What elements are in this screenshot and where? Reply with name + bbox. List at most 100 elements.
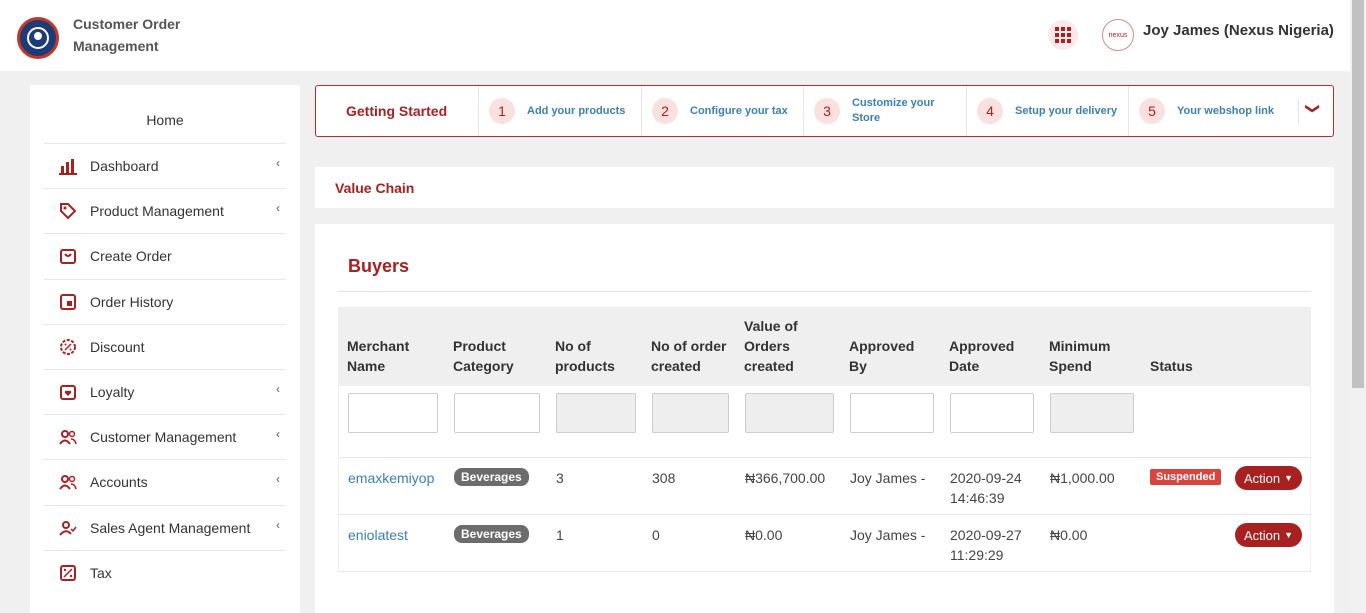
chevron-left-icon: ‹ bbox=[276, 517, 280, 532]
filter-min-spend-input bbox=[1050, 393, 1134, 433]
divider bbox=[338, 291, 1311, 292]
action-button[interactable]: Action ▼ bbox=[1235, 466, 1302, 490]
col-no-of-products[interactable]: No of products bbox=[555, 336, 635, 376]
buyers-table: Merchant Name Product Category No of pro… bbox=[338, 307, 1311, 572]
chevron-left-icon: ‹ bbox=[276, 472, 280, 487]
chevron-left-icon: ‹ bbox=[276, 427, 280, 442]
sidebar-item-label: Dashboard bbox=[90, 158, 159, 175]
step-number: 2 bbox=[652, 98, 678, 124]
tax-icon bbox=[58, 563, 78, 583]
step-customize-store[interactable]: 3 Customize your Store bbox=[803, 86, 965, 136]
col-approved-date[interactable]: Approved Date bbox=[949, 336, 1029, 376]
sidebar-item-loyalty[interactable]: Loyalty ‹ bbox=[44, 368, 286, 414]
customer-logo-icon[interactable] bbox=[17, 17, 59, 59]
scrollbar-thumb[interactable] bbox=[1352, 0, 1364, 388]
step-setup-delivery[interactable]: 4 Setup your delivery bbox=[966, 86, 1128, 136]
filter-value-input bbox=[745, 393, 834, 433]
cell-approved-by: Joy James - bbox=[850, 527, 926, 543]
sidebar-item-product-management[interactable]: Product Management ‹ bbox=[44, 188, 286, 233]
col-no-of-orders[interactable]: No of order created bbox=[651, 336, 736, 376]
user-name[interactable]: Joy James (Nexus Nigeria) bbox=[1143, 22, 1334, 39]
cell-approved-by: Joy James - bbox=[850, 470, 926, 486]
grid-icon[interactable] bbox=[1048, 20, 1078, 50]
merchant-link[interactable]: emaxkemiyop bbox=[348, 468, 434, 488]
caret-down-icon: ▼ bbox=[1284, 473, 1294, 483]
users-icon bbox=[58, 427, 78, 447]
sidebar-item-label: Tax bbox=[90, 564, 112, 581]
sidebar-item-label: Loyalty bbox=[90, 384, 135, 401]
page-scrollbar[interactable] bbox=[1350, 0, 1366, 613]
sidebar-item-label: Discount bbox=[90, 338, 145, 355]
discount-icon bbox=[58, 337, 78, 357]
step-label[interactable]: Configure your tax bbox=[690, 104, 788, 119]
app-title: Customer Order Management bbox=[73, 16, 181, 54]
step-webshop-link[interactable]: 5 Your webshop link bbox=[1128, 86, 1290, 136]
col-approved-by[interactable]: Approved By bbox=[849, 336, 929, 376]
cell-orders: 0 bbox=[652, 527, 660, 543]
sidebar-item-label: Accounts bbox=[90, 474, 148, 491]
avatar[interactable]: nexus bbox=[1102, 19, 1134, 51]
category-badge: Beverages bbox=[454, 525, 529, 543]
sidebar-item-tax[interactable]: Tax bbox=[44, 549, 286, 595]
value-chain-panel: Value Chain bbox=[315, 167, 1334, 208]
agent-icon bbox=[58, 518, 78, 538]
cell-min-spend: ₦1,000.00 bbox=[1050, 470, 1115, 486]
action-button[interactable]: Action ▼ bbox=[1235, 523, 1302, 547]
sidebar-home-link[interactable]: Home bbox=[30, 112, 300, 128]
filter-products-input bbox=[556, 393, 636, 433]
col-value-of-orders[interactable]: Value of Orders created bbox=[744, 316, 824, 376]
step-label[interactable]: Setup your delivery bbox=[1015, 104, 1117, 119]
top-header: Customer Order Management nexus Joy Jame… bbox=[0, 0, 1350, 71]
caret-down-icon: ▼ bbox=[1284, 530, 1294, 540]
step-number: 3 bbox=[814, 98, 840, 124]
sidebar-item-customer-management[interactable]: Customer Management ‹ bbox=[44, 414, 286, 459]
sidebar-item-discount[interactable]: Discount bbox=[44, 323, 286, 369]
sidebar-item-label: Customer Management bbox=[90, 429, 237, 446]
step-number: 5 bbox=[1139, 98, 1165, 124]
step-label[interactable]: Customize your Store bbox=[852, 96, 947, 126]
step-number: 1 bbox=[489, 98, 515, 124]
sidebar-item-label: Order History bbox=[90, 293, 174, 310]
sidebar-item-label: Product Management bbox=[90, 203, 224, 220]
sidebar-nav: Dashboard ‹ Product Management ‹ Create … bbox=[44, 143, 286, 595]
cell-products: 1 bbox=[556, 527, 564, 543]
table-row: emaxkemiyop Beverages 3 308 ₦366,700.00 … bbox=[338, 458, 1311, 515]
chevron-left-icon: ‹ bbox=[276, 381, 280, 396]
tag-icon bbox=[58, 201, 78, 221]
filter-category-input[interactable] bbox=[454, 393, 540, 433]
bar-chart-icon bbox=[58, 156, 78, 176]
cell-orders: 308 bbox=[652, 470, 676, 486]
getting-started-bar: Getting Started 1 Add your products 2 Co… bbox=[315, 85, 1334, 137]
sidebar-item-accounts[interactable]: Accounts ‹ bbox=[44, 459, 286, 504]
chevron-left-icon: ‹ bbox=[276, 156, 280, 170]
step-add-products[interactable]: 1 Add your products bbox=[478, 86, 640, 136]
value-chain-title: Value Chain bbox=[335, 180, 415, 196]
step-configure-tax[interactable]: 2 Configure your tax bbox=[641, 86, 803, 136]
sidebar-item-dashboard[interactable]: Dashboard ‹ bbox=[44, 143, 286, 188]
getting-started-title: Getting Started bbox=[346, 103, 448, 119]
col-status[interactable]: Status bbox=[1150, 356, 1210, 376]
step-label[interactable]: Add your products bbox=[527, 104, 625, 119]
filter-orders-input bbox=[652, 393, 729, 433]
merchant-link[interactable]: eniolatest bbox=[348, 525, 408, 545]
sidebar-item-label: Create Order bbox=[90, 248, 172, 265]
sidebar-item-order-history[interactable]: Order History bbox=[44, 278, 286, 324]
filter-approved-date-input[interactable] bbox=[950, 393, 1034, 433]
cell-value: ₦0.00 bbox=[745, 527, 783, 543]
step-number: 4 bbox=[977, 98, 1003, 124]
accounts-icon bbox=[58, 472, 78, 492]
filter-merchant-input[interactable] bbox=[348, 393, 438, 433]
col-minimum-spend[interactable]: Minimum Spend bbox=[1049, 336, 1129, 376]
sidebar-item-create-order[interactable]: Create Order bbox=[44, 233, 286, 278]
step-label[interactable]: Your webshop link bbox=[1177, 104, 1274, 119]
sidebar-item-sales-agent-management[interactable]: Sales Agent Management ‹ bbox=[44, 504, 286, 550]
col-merchant-name[interactable]: Merchant Name bbox=[347, 336, 437, 376]
filter-approved-by-input[interactable] bbox=[850, 393, 934, 433]
cell-approved-date: 2020-09-24 14:46:39 bbox=[950, 470, 1022, 506]
filter-row bbox=[338, 386, 1311, 458]
category-badge: Beverages bbox=[454, 468, 529, 486]
col-product-category[interactable]: Product Category bbox=[453, 336, 533, 376]
buyers-title: Buyers bbox=[348, 256, 410, 276]
chevron-down-icon[interactable]: ❯ bbox=[1298, 100, 1321, 124]
chevron-left-icon: ‹ bbox=[276, 201, 280, 216]
